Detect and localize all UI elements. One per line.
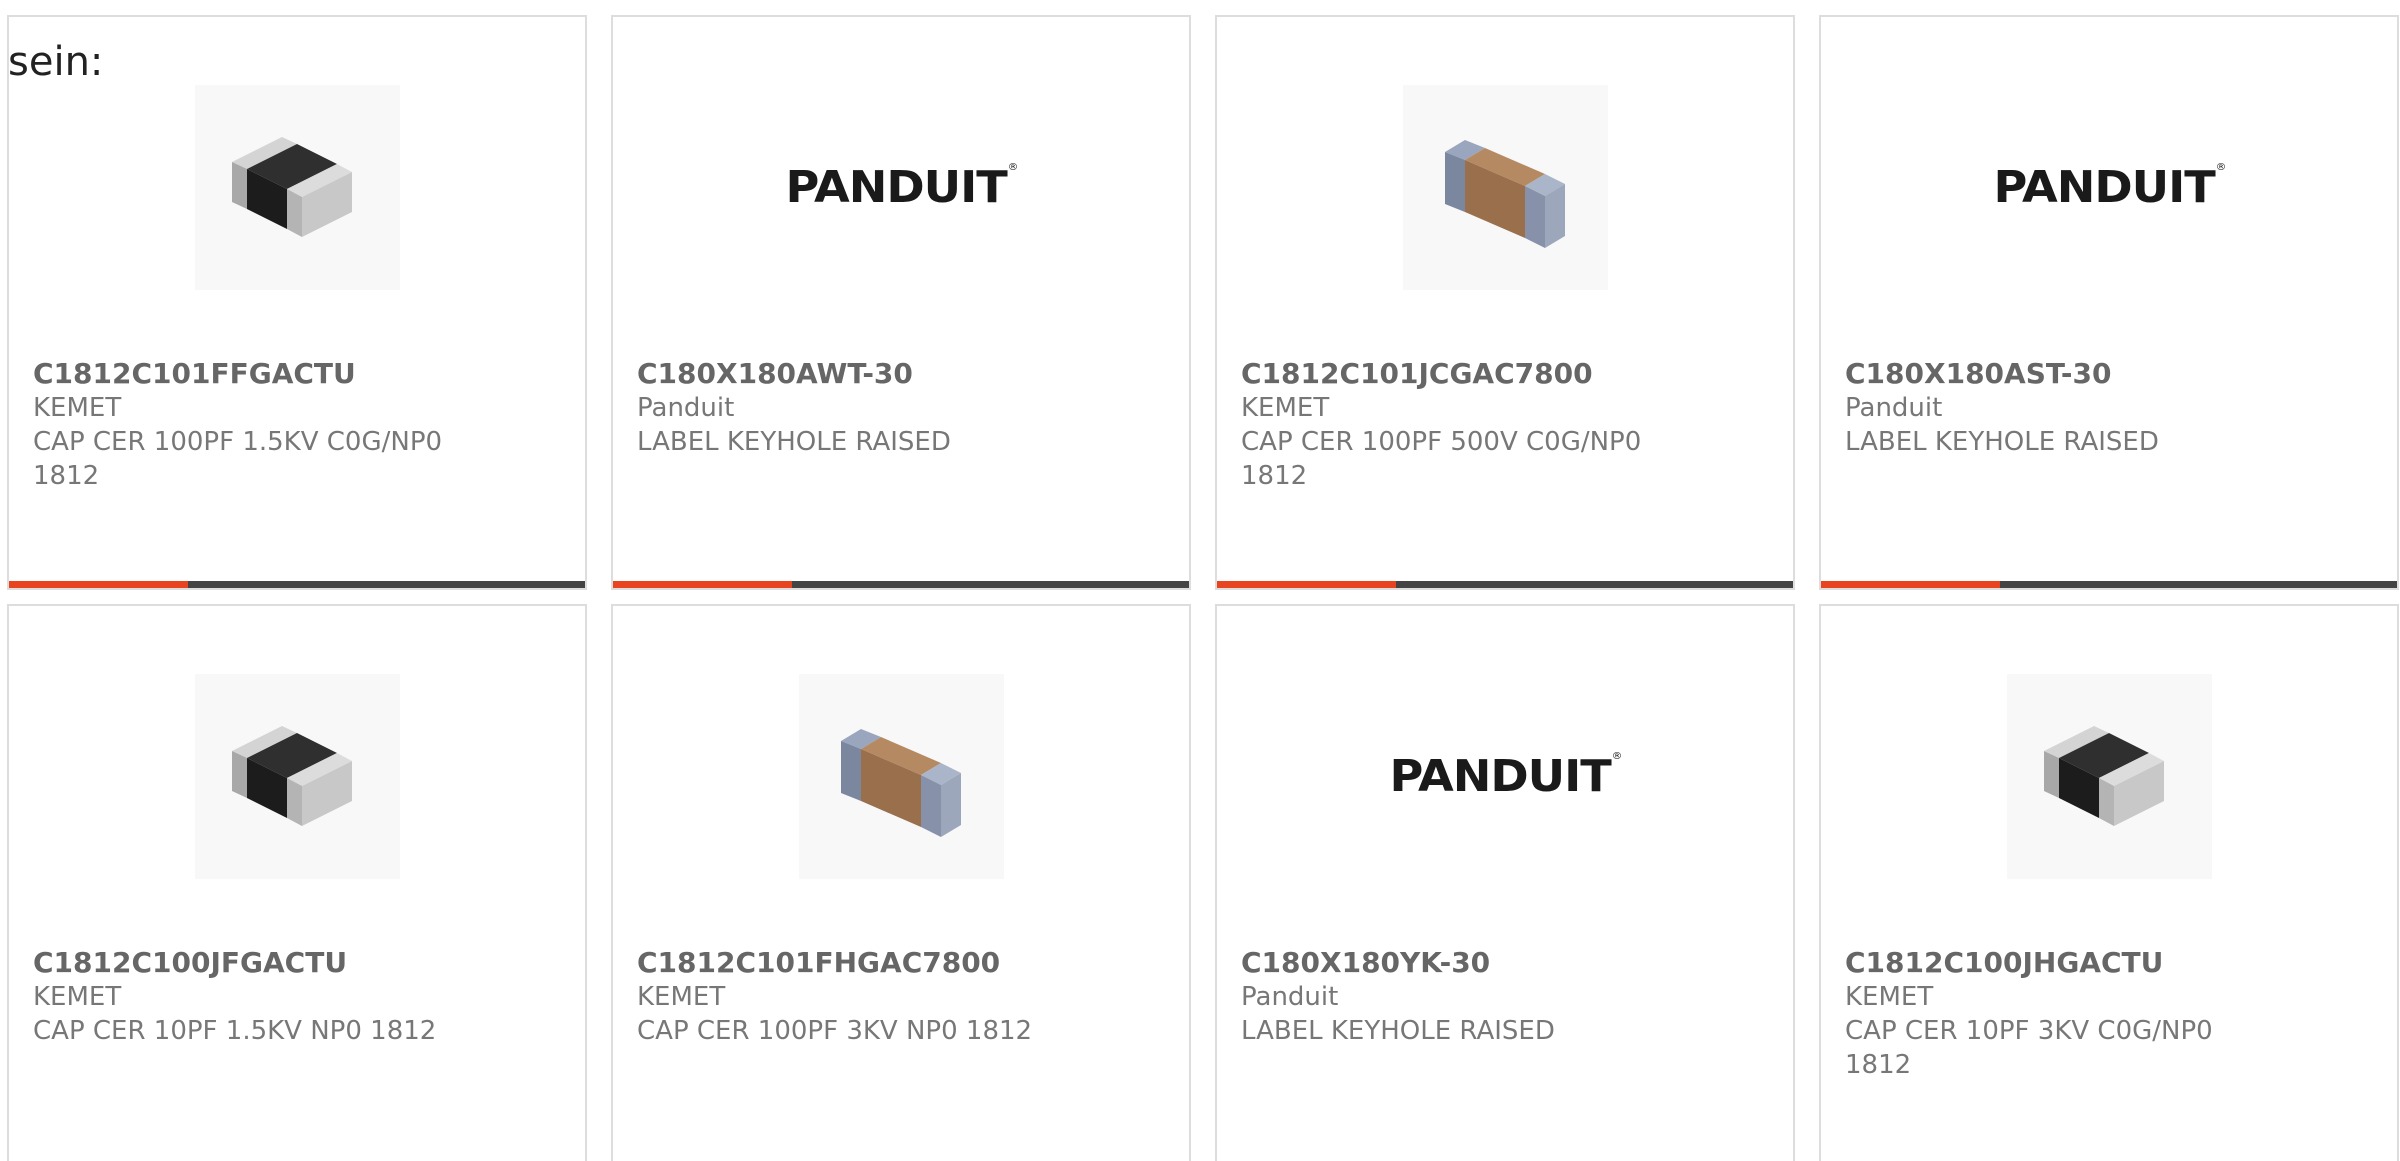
part-number[interactable]: C180X180AWT-30: [637, 357, 1077, 391]
product-card[interactable]: C1812C100JFGACTU KEMET CAP CER 10PF 1.5K…: [7, 604, 587, 1161]
product-image: [613, 673, 1189, 879]
manufacturer: KEMET: [1241, 393, 1330, 423]
product-info: C180X180AWT-30 Panduit LABEL KEYHOLE RAI…: [637, 357, 1077, 459]
black-chip-capacitor-image: [232, 726, 352, 826]
panduit-logo-text: PANDUIT®: [1993, 161, 2226, 213]
product-card[interactable]: C1812C100JHGACTU KEMET CAP CER 10PF 3KV …: [1819, 604, 2399, 1161]
product-image: [9, 84, 585, 290]
product-card[interactable]: PANDUIT® C180X180YK-30 Panduit LABEL KEY…: [1215, 604, 1795, 1161]
product-info: C1812C101FFGACTU KEMET CAP CER 100PF 1.5…: [33, 357, 473, 493]
product-image: PANDUIT®: [613, 87, 1189, 287]
part-number[interactable]: C1812C101JCGAC7800: [1241, 357, 1681, 391]
part-number[interactable]: C180X180AST-30: [1845, 357, 2285, 391]
manufacturer: KEMET: [637, 982, 726, 1012]
part-number[interactable]: C180X180YK-30: [1241, 946, 1681, 980]
description: CAP CER 100PF 500V C0G/NP0 1812: [1241, 427, 1642, 491]
product-info: C1812C100JFGACTU KEMET CAP CER 10PF 1.5K…: [33, 946, 473, 1048]
progress-bar-fill: [1217, 581, 1396, 588]
progress-bar: [1217, 581, 1793, 588]
manufacturer: Panduit: [1241, 982, 1339, 1012]
description: LABEL KEYHOLE RAISED: [1845, 427, 2159, 457]
brown-chip-capacitor-image: [1445, 140, 1565, 248]
progress-bar: [1821, 581, 2397, 588]
part-number[interactable]: C1812C101FHGAC7800: [637, 946, 1077, 980]
panduit-logo: PANDUIT®: [1389, 674, 1622, 879]
manufacturer: Panduit: [637, 393, 735, 423]
black-chip-capacitor-photo: [194, 673, 400, 879]
panduit-logo-text: PANDUIT®: [1389, 750, 1622, 802]
progress-bar-fill: [1821, 581, 2000, 588]
description: LABEL KEYHOLE RAISED: [1241, 1016, 1555, 1046]
product-info: C180X180YK-30 Panduit LABEL KEYHOLE RAIS…: [1241, 946, 1681, 1048]
part-number[interactable]: C1812C101FFGACTU: [33, 357, 473, 391]
description: CAP CER 10PF 1.5KV NP0 1812: [33, 1016, 437, 1046]
part-number[interactable]: C1812C100JHGACTU: [1845, 946, 2285, 980]
product-info: C180X180AST-30 Panduit LABEL KEYHOLE RAI…: [1845, 357, 2285, 459]
manufacturer: KEMET: [33, 982, 122, 1012]
black-chip-capacitor-image: [2044, 726, 2164, 826]
product-info: C1812C101FHGAC7800 KEMET CAP CER 100PF 3…: [637, 946, 1077, 1048]
product-image: PANDUIT®: [1821, 87, 2397, 287]
black-chip-capacitor-photo: [194, 84, 400, 290]
brown-chip-capacitor-photo: [1402, 84, 1608, 290]
brown-chip-capacitor-image: [841, 729, 961, 837]
progress-bar-fill: [9, 581, 188, 588]
description: LABEL KEYHOLE RAISED: [637, 427, 951, 457]
product-grid: C1812C101FFGACTU KEMET CAP CER 100PF 1.5…: [7, 15, 2399, 1161]
description: CAP CER 100PF 1.5KV C0G/NP0 1812: [33, 427, 443, 491]
description: CAP CER 10PF 3KV C0G/NP0 1812: [1845, 1016, 2213, 1080]
panduit-logo: PANDUIT®: [1993, 85, 2226, 290]
part-number[interactable]: C1812C100JFGACTU: [33, 946, 473, 980]
product-card[interactable]: PANDUIT® C180X180AWT-30 Panduit LABEL KE…: [611, 15, 1191, 590]
black-chip-capacitor-image: [232, 137, 352, 237]
panduit-logo-text: PANDUIT®: [785, 161, 1018, 213]
product-image: [1821, 673, 2397, 879]
progress-bar-fill: [613, 581, 792, 588]
product-image: [1217, 84, 1793, 290]
product-image: [9, 673, 585, 879]
product-card[interactable]: C1812C101JCGAC7800 KEMET CAP CER 100PF 5…: [1215, 15, 1795, 590]
manufacturer: KEMET: [1845, 982, 1934, 1012]
brown-chip-capacitor-photo: [798, 673, 1004, 879]
product-card[interactable]: C1812C101FFGACTU KEMET CAP CER 100PF 1.5…: [7, 15, 587, 590]
manufacturer: KEMET: [33, 393, 122, 423]
product-info: C1812C101JCGAC7800 KEMET CAP CER 100PF 5…: [1241, 357, 1681, 493]
description: CAP CER 100PF 3KV NP0 1812: [637, 1016, 1033, 1046]
black-chip-capacitor-photo: [2006, 673, 2212, 879]
progress-bar: [9, 581, 585, 588]
product-image: PANDUIT®: [1217, 676, 1793, 876]
product-card[interactable]: C1812C101FHGAC7800 KEMET CAP CER 100PF 3…: [611, 604, 1191, 1161]
manufacturer: Panduit: [1845, 393, 1943, 423]
product-info: C1812C100JHGACTU KEMET CAP CER 10PF 3KV …: [1845, 946, 2285, 1082]
progress-bar: [613, 581, 1189, 588]
panduit-logo: PANDUIT®: [785, 85, 1018, 290]
intro-text: sein:: [8, 39, 104, 85]
product-card[interactable]: PANDUIT® C180X180AST-30 Panduit LABEL KE…: [1819, 15, 2399, 590]
